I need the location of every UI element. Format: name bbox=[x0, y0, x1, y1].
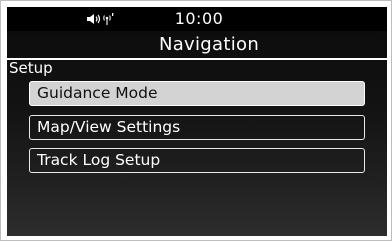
menu-item-guidance-mode[interactable]: Guidance Mode bbox=[29, 81, 365, 106]
screen-title: Navigation bbox=[158, 34, 260, 55]
display-frame: 10:00 Navigation Setup Guidance Mode Map… bbox=[0, 0, 392, 241]
clock-time: 10:00 bbox=[174, 9, 224, 28]
title-divider bbox=[7, 58, 387, 60]
section-label: Setup bbox=[9, 59, 53, 77]
menu-item-map-view-settings[interactable]: Map/View Settings bbox=[29, 115, 365, 140]
navigation-screen: 10:00 Navigation Setup Guidance Mode Map… bbox=[7, 7, 387, 236]
status-bar: 10:00 bbox=[7, 7, 387, 31]
menu-item-track-log-setup[interactable]: Track Log Setup bbox=[29, 148, 365, 173]
